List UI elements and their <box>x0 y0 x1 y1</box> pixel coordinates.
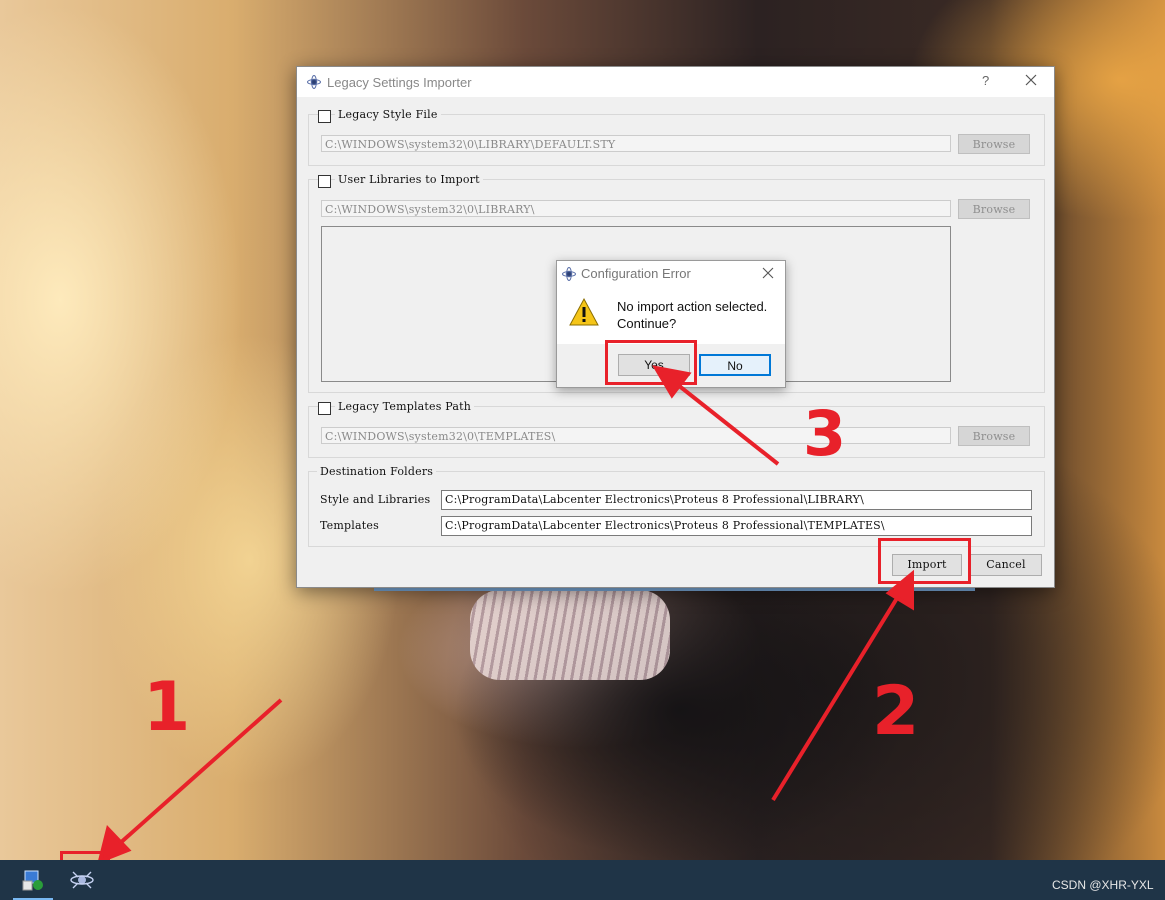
taskbar-installer-button[interactable] <box>13 860 53 900</box>
step-1-label: 1 <box>143 668 191 747</box>
arrow-3-line <box>671 379 780 466</box>
taskbar-proteus-button[interactable] <box>62 860 102 900</box>
annotation-arrows <box>97 365 914 865</box>
taskbar <box>0 860 1165 900</box>
step-2-label: 2 <box>872 672 920 751</box>
arrow-1-head <box>97 824 132 865</box>
proteus-app-icon <box>70 871 94 889</box>
installer-icon <box>22 870 43 891</box>
watermark: CSDN @XHR-YXL <box>1052 878 1154 892</box>
step-3-label: 3 <box>803 397 847 470</box>
